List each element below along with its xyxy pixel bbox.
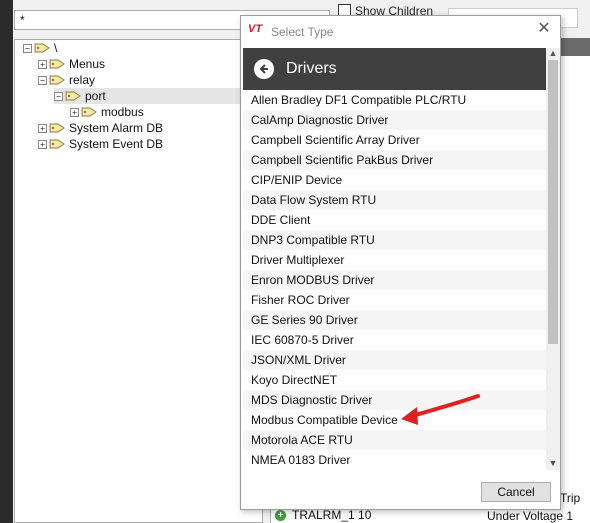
list-item[interactable]: CalAmp Diagnostic Driver xyxy=(243,110,546,130)
add-circle-icon: + xyxy=(275,509,286,521)
dialog-title: Select Type xyxy=(271,25,334,39)
tag-icon xyxy=(49,123,65,133)
tree-expander[interactable]: − xyxy=(54,91,63,101)
tag-icon xyxy=(81,107,97,117)
tree-node-modbus[interactable]: + modbus xyxy=(70,104,144,120)
back-arrow-circle-icon[interactable] xyxy=(254,59,274,79)
tree-expander[interactable]: − xyxy=(23,43,32,53)
tree-node-label: System Event DB xyxy=(69,137,164,151)
list-item[interactable]: Motorola ACE RTU xyxy=(243,430,546,450)
list-item-modbus-compatible-device[interactable]: Modbus Compatible Device xyxy=(243,410,546,430)
row-name: TRALRM_1 10 xyxy=(292,508,372,522)
list-item[interactable]: Enron MODBUS Driver xyxy=(243,270,546,290)
tree-node-system-alarm-db[interactable]: + System Alarm DB xyxy=(38,120,163,136)
table-row[interactable]: + TRALRM_1 10 xyxy=(275,508,371,522)
drivers-scrollbar[interactable]: ▲ ▼ xyxy=(546,48,560,470)
tag-icon xyxy=(65,91,81,101)
drivers-title: Drivers xyxy=(286,60,337,77)
list-item[interactable]: Campbell Scientific Array Driver xyxy=(243,130,546,150)
tree-expander[interactable]: + xyxy=(38,139,47,149)
tree-node-menus[interactable]: + Menus xyxy=(38,56,105,72)
back-arrow-icon xyxy=(259,64,268,74)
list-item[interactable]: NMEA 0183 Driver xyxy=(243,450,546,470)
list-item[interactable]: Allen Bradley DF1 Compatible PLC/RTU xyxy=(243,90,546,110)
tree-node-relay[interactable]: − relay xyxy=(38,72,95,88)
grid-cell-trip: Trip xyxy=(560,491,581,505)
list-item[interactable]: GE Series 90 Driver xyxy=(243,310,546,330)
tree-expander[interactable]: + xyxy=(70,107,79,117)
close-icon[interactable]: ✕ xyxy=(536,21,552,37)
list-item[interactable]: IEC 60870-5 Driver xyxy=(243,330,546,350)
left-edge-strip xyxy=(0,0,13,523)
list-item[interactable]: CIP/ENIP Device xyxy=(243,170,546,190)
tree-expander[interactable]: + xyxy=(38,123,47,133)
tree-node-label: \ xyxy=(54,41,58,55)
tree-node-label: port xyxy=(85,89,106,103)
list-item[interactable]: DNP3 Compatible RTU xyxy=(243,230,546,250)
tag-icon xyxy=(49,139,65,149)
tree-node-label: Menus xyxy=(69,57,106,71)
list-item[interactable]: JSON/XML Driver xyxy=(243,350,546,370)
scroll-thumb[interactable] xyxy=(548,60,558,344)
tree-node-label: modbus xyxy=(101,105,144,119)
list-item[interactable]: Campbell Scientific PakBus Driver xyxy=(243,150,546,170)
tag-icon xyxy=(34,43,50,53)
tree-node-label: relay xyxy=(69,73,96,87)
drivers-header: Drivers xyxy=(243,48,546,90)
select-type-dialog: VT Select Type ✕ Drivers Allen Bradley D… xyxy=(240,15,561,510)
row-description: Under Voltage 1 xyxy=(487,509,574,523)
drivers-list: Allen Bradley DF1 Compatible PLC/RTU Cal… xyxy=(243,90,546,470)
tree-node-root[interactable]: − \ xyxy=(23,40,57,56)
scroll-up-icon[interactable]: ▲ xyxy=(546,48,560,60)
list-item[interactable]: Koyo DirectNET xyxy=(243,370,546,390)
scroll-down-icon[interactable]: ▼ xyxy=(546,458,560,470)
list-item[interactable]: DDE Client xyxy=(243,210,546,230)
list-item[interactable]: Data Flow System RTU xyxy=(243,190,546,210)
dialog-titlebar[interactable]: VT Select Type ✕ xyxy=(241,16,560,46)
tree-node-label: System Alarm DB xyxy=(69,121,164,135)
tree-expander[interactable]: − xyxy=(38,75,47,85)
vt-logo: VT xyxy=(248,23,263,35)
tree-node-port[interactable]: − port xyxy=(54,88,262,104)
list-item[interactable]: Driver Multiplexer xyxy=(243,250,546,270)
tag-icon xyxy=(49,59,65,69)
tree-node-system-event-db[interactable]: + System Event DB xyxy=(38,136,163,152)
list-item[interactable]: Fisher ROC Driver xyxy=(243,290,546,310)
tree-expander[interactable]: + xyxy=(38,59,47,69)
filter-input-value: * xyxy=(20,13,25,27)
tag-icon xyxy=(49,75,65,85)
cancel-button[interactable]: Cancel xyxy=(481,482,551,502)
list-item[interactable]: MDS Diagnostic Driver xyxy=(243,390,546,410)
